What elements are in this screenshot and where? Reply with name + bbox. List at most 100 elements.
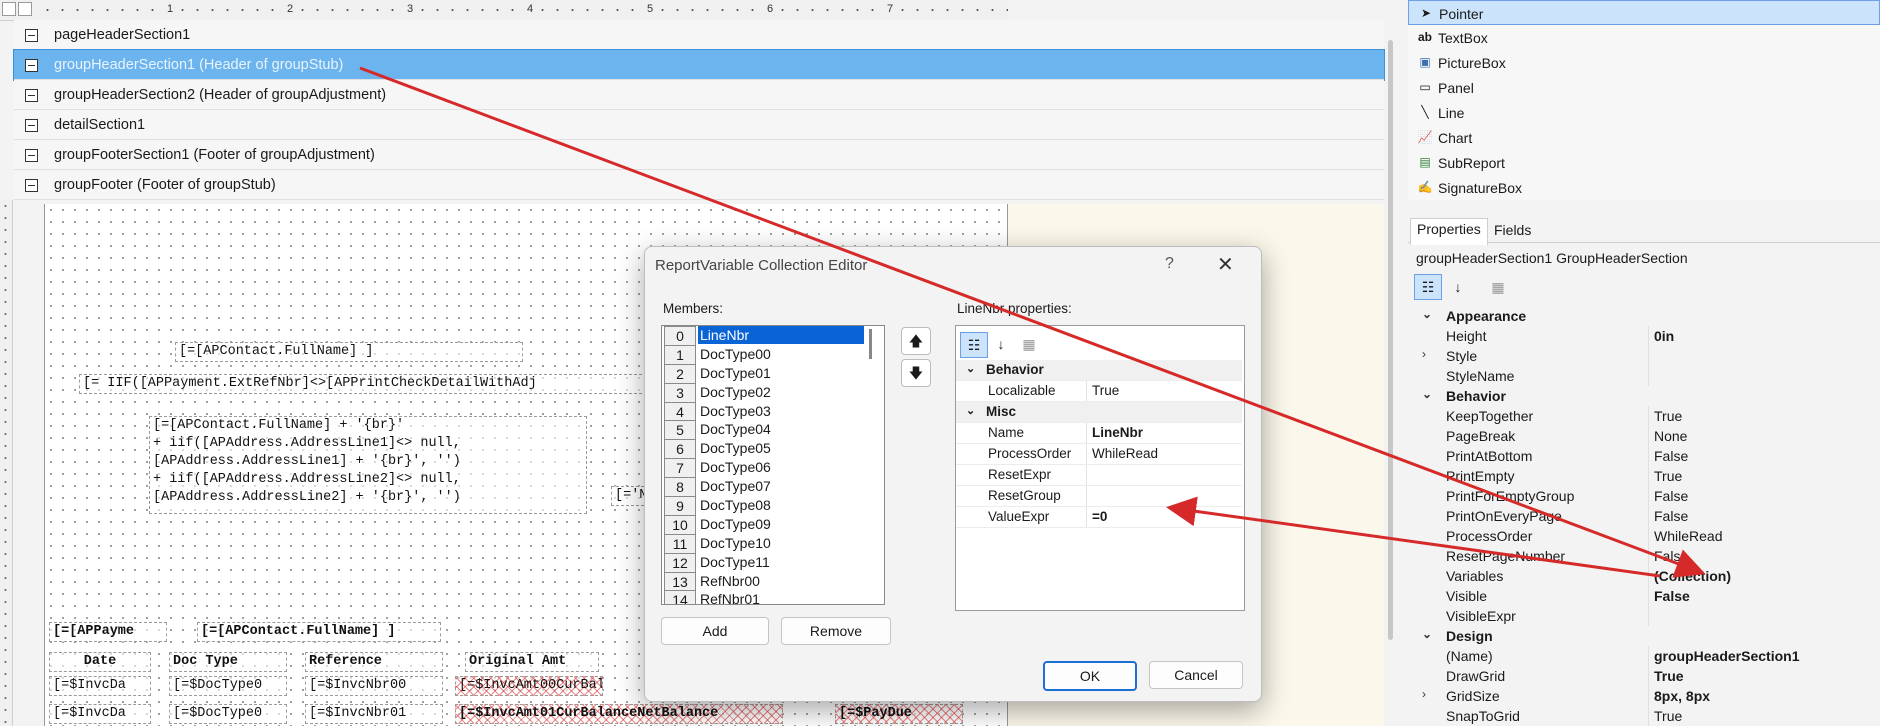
textbox-contact-bold[interactable]: [=[APContact.FullName] ] — [197, 622, 441, 642]
textbox-invc-amt[interactable]: [=$InvcAmt01CurBalanceNetBalance — [455, 704, 783, 724]
close-button[interactable]: ✕ — [1217, 252, 1234, 277]
textbox-address-block[interactable]: [=[APContact.FullName] + '{br}' + iif([A… — [149, 416, 587, 514]
list-item[interactable]: 11 DocType10 — [662, 533, 884, 554]
scrollbar[interactable] — [1388, 40, 1393, 640]
column-header-date[interactable]: Date — [49, 652, 151, 672]
textbox-invc-date[interactable]: [=$InvcDa — [49, 676, 151, 696]
textbox-doctype[interactable]: [=$DocType0 — [169, 704, 287, 724]
move-up-button[interactable]: 🡅 — [901, 327, 931, 355]
list-item[interactable]: 12 DocType11 — [662, 552, 884, 573]
property-row[interactable]: StyleName — [1408, 366, 1880, 386]
list-item[interactable]: 8 DocType07 — [662, 477, 884, 498]
property-row-variables[interactable]: Variables (Collection) — [1408, 566, 1880, 586]
property-row-valueexpr[interactable]: ValueExpr =0 — [956, 507, 1242, 528]
section-group-header-1[interactable]: groupHeaderSection1 (Header of groupStub… — [13, 49, 1385, 81]
textbox-contact-name[interactable]: [=[APContact.FullName] ] — [175, 342, 523, 362]
property-row[interactable]: SnapToGrid True — [1408, 706, 1880, 726]
list-item[interactable]: 3 DocType02 — [662, 382, 884, 403]
property-row[interactable]: ProcessOrder WhileRead — [1408, 526, 1880, 546]
members-list[interactable]: 0 LineNbr 1 DocType00 2 DocType01 3 DocType0… — [661, 325, 885, 605]
property-row[interactable]: PrintEmpty True — [1408, 466, 1880, 486]
collapse-icon[interactable] — [25, 29, 38, 42]
tool-panel[interactable]: ▭ Panel — [1408, 75, 1880, 100]
property-row[interactable]: ResetGroup — [956, 486, 1242, 507]
tool-subreport[interactable]: ▤ SubReport — [1408, 150, 1880, 175]
property-row[interactable]: ResetPageNumber False — [1408, 546, 1880, 566]
section-group-footer-1[interactable]: groupFooterSection1 (Footer of groupAdju… — [14, 140, 1384, 170]
collapse-icon[interactable] — [25, 59, 38, 72]
tool-pointer[interactable]: ➤ Pointer — [1408, 0, 1880, 25]
property-row[interactable]: PageBreak None — [1408, 426, 1880, 446]
selected-object[interactable]: groupHeaderSection1 GroupHeaderSection — [1416, 250, 1688, 266]
categorized-icon[interactable]: ☷ — [1414, 274, 1442, 300]
tool-line[interactable]: ╲ Line — [1408, 100, 1880, 125]
property-row[interactable]: KeepTogether True — [1408, 406, 1880, 426]
category-design[interactable]: ⌄ Design — [1408, 626, 1880, 646]
property-row[interactable]: Localizable True — [956, 381, 1242, 402]
property-row[interactable]: Visible False — [1408, 586, 1880, 606]
textbox-invc-date[interactable]: [=$InvcDa — [49, 704, 151, 724]
list-item[interactable]: 13 RefNbr00 — [662, 571, 884, 592]
property-row[interactable]: › GridSize 8px, 8px — [1408, 686, 1880, 706]
list-item[interactable]: 7 DocType06 — [662, 458, 884, 479]
category-behavior[interactable]: ⌄ Behavior — [1408, 386, 1880, 406]
tool-chart[interactable]: 📈 Chart — [1408, 125, 1880, 150]
list-item[interactable]: 14 RefNbr01 — [662, 590, 884, 604]
collapse-icon[interactable] — [25, 149, 38, 162]
add-button[interactable]: Add — [661, 617, 769, 645]
property-pages-icon[interactable]: ▦ — [1484, 274, 1512, 300]
chevron-down-icon[interactable]: ⌄ — [966, 362, 975, 375]
list-item[interactable]: 5 DocType04 — [662, 420, 884, 441]
property-row[interactable]: ResetExpr — [956, 465, 1242, 486]
property-row[interactable]: Name LineNbr — [956, 423, 1242, 444]
property-row[interactable]: PrintForEmptyGroup False — [1408, 486, 1880, 506]
chevron-down-icon[interactable]: ⌄ — [1422, 307, 1432, 321]
move-down-button[interactable]: 🡇 — [901, 359, 931, 387]
collapse-icon[interactable] — [25, 119, 38, 132]
ok-button[interactable]: OK — [1043, 661, 1137, 691]
chevron-right-icon[interactable]: › — [1422, 687, 1426, 701]
textbox-payment[interactable]: [=[APPayme — [49, 622, 167, 642]
property-row[interactable]: ProcessOrder WhileRead — [956, 444, 1242, 465]
tool-picturebox[interactable]: ▣ PictureBox — [1408, 50, 1880, 75]
column-header-original[interactable]: Original Amt — [465, 652, 599, 672]
chevron-down-icon[interactable]: ⌄ — [966, 404, 975, 417]
section-page-header[interactable]: pageHeaderSection1 — [14, 20, 1384, 50]
list-item[interactable]: 10 DocType09 — [662, 514, 884, 535]
property-row[interactable]: VisibleExpr — [1408, 606, 1880, 626]
tool-textbox[interactable]: ab TextBox — [1408, 25, 1880, 50]
section-group-footer[interactable]: groupFooter (Footer of groupStub) — [14, 170, 1384, 200]
textbox-doctype[interactable]: [=$DocType0 — [169, 676, 287, 696]
textbox-iif-extref[interactable]: [= IIF([APPayment.ExtRefNbr]<>[APPrintCh… — [79, 374, 657, 394]
column-header-doctype[interactable]: Doc Type — [169, 652, 287, 672]
list-item[interactable]: 6 DocType05 — [662, 439, 884, 460]
list-item[interactable]: 9 DocType08 — [662, 496, 884, 517]
cancel-button[interactable]: Cancel — [1149, 661, 1243, 689]
property-row[interactable]: PrintAtBottom False — [1408, 446, 1880, 466]
tab-fields[interactable]: Fields — [1488, 220, 1537, 240]
alphabetical-icon[interactable]: ↓ — [1444, 274, 1472, 300]
property-row[interactable]: › Style — [1408, 346, 1880, 366]
textbox-invc-nbr[interactable]: [=$InvcNbr01 — [305, 704, 443, 724]
collapse-icon[interactable] — [25, 179, 38, 192]
textbox-invc-nbr[interactable]: [=$InvcNbr00 — [305, 676, 443, 696]
list-item[interactable]: 2 DocType01 — [662, 363, 884, 384]
property-row[interactable]: PrintOnEveryPage False — [1408, 506, 1880, 526]
property-pages-icon[interactable]: ▦ — [1016, 332, 1042, 356]
category-behavior[interactable]: ⌄ Behavior — [956, 360, 1242, 381]
chevron-right-icon[interactable]: › — [1422, 347, 1426, 361]
alphabetical-icon[interactable]: ↓ — [988, 332, 1014, 356]
column-header-reference[interactable]: Reference — [305, 652, 443, 672]
section-group-header-2[interactable]: groupHeaderSection2 (Header of groupAdju… — [14, 80, 1384, 110]
help-button[interactable]: ? — [1165, 255, 1174, 273]
categorized-icon[interactable]: ☷ — [960, 332, 988, 358]
section-detail[interactable]: detailSection1 — [14, 110, 1384, 140]
property-row[interactable]: Height 0in — [1408, 326, 1880, 346]
list-item[interactable]: 4 DocType03 — [662, 401, 884, 422]
tab-properties[interactable]: Properties — [1410, 218, 1488, 245]
textbox-pay-due[interactable]: [=$PayDue — [835, 704, 963, 724]
tool-signaturebox[interactable]: ✍ SignatureBox — [1408, 175, 1880, 200]
category-misc[interactable]: ⌄ Misc — [956, 402, 1242, 423]
list-item[interactable]: 0 LineNbr — [662, 326, 884, 346]
chevron-down-icon[interactable]: ⌄ — [1422, 627, 1432, 641]
